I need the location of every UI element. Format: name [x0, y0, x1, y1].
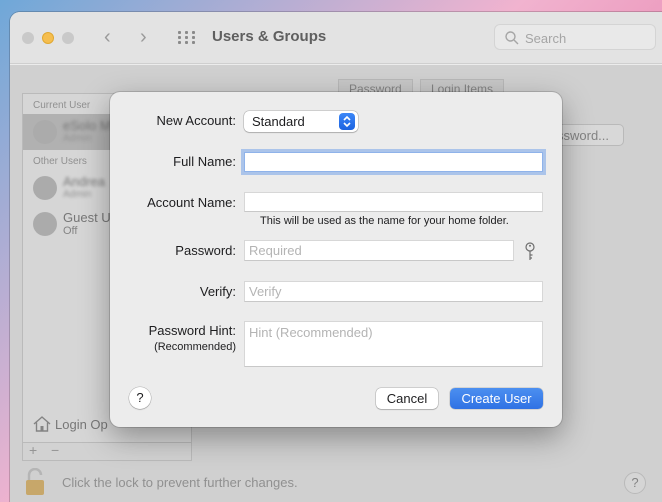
new-user-sheet: New Account: Standard Full Name: Account… — [110, 92, 562, 427]
full-name-input[interactable] — [245, 153, 542, 171]
help-button[interactable]: ? — [129, 387, 151, 409]
window-title: Users & Groups — [212, 28, 327, 45]
cancel-button[interactable]: Cancel — [376, 388, 438, 409]
password-hint-field[interactable] — [244, 321, 543, 367]
account-name-input[interactable] — [245, 193, 542, 211]
close-window-button[interactable] — [22, 32, 34, 44]
updown-arrows-icon — [339, 113, 355, 130]
account-name-note: This will be used as the name for your h… — [260, 215, 509, 227]
full-name-field[interactable] — [244, 152, 543, 172]
password-hint-sublabel: (Recommended) — [154, 341, 236, 353]
account-name-label: Account Name: — [147, 195, 236, 210]
password-hint-label: Password Hint: — [148, 323, 236, 338]
titlebar: ‹ › Users & Groups Search — [10, 12, 662, 64]
search-field[interactable]: Search — [494, 24, 656, 50]
new-account-label: New Account: — [156, 113, 237, 128]
show-all-grid-icon[interactable] — [178, 31, 196, 45]
password-label: Password: — [175, 243, 236, 258]
verify-input[interactable] — [245, 282, 542, 301]
password-hint-input[interactable] — [245, 322, 542, 366]
search-icon — [505, 31, 519, 45]
verify-field[interactable] — [244, 281, 543, 302]
new-account-value: Standard — [252, 114, 305, 129]
key-icon[interactable] — [524, 242, 536, 262]
zoom-window-button[interactable] — [62, 32, 74, 44]
forward-chevron-icon[interactable]: › — [140, 26, 147, 48]
back-chevron-icon[interactable]: ‹ — [104, 26, 111, 48]
full-name-label: Full Name: — [173, 154, 236, 169]
verify-label: Verify: — [199, 284, 236, 299]
minimize-window-button[interactable] — [42, 32, 54, 44]
password-field[interactable] — [244, 240, 514, 261]
account-name-field[interactable] — [244, 192, 543, 212]
search-placeholder: Search — [525, 31, 567, 46]
create-user-button[interactable]: Create User — [450, 388, 543, 409]
new-account-popup[interactable]: Standard — [244, 111, 358, 132]
password-input[interactable] — [245, 241, 513, 260]
